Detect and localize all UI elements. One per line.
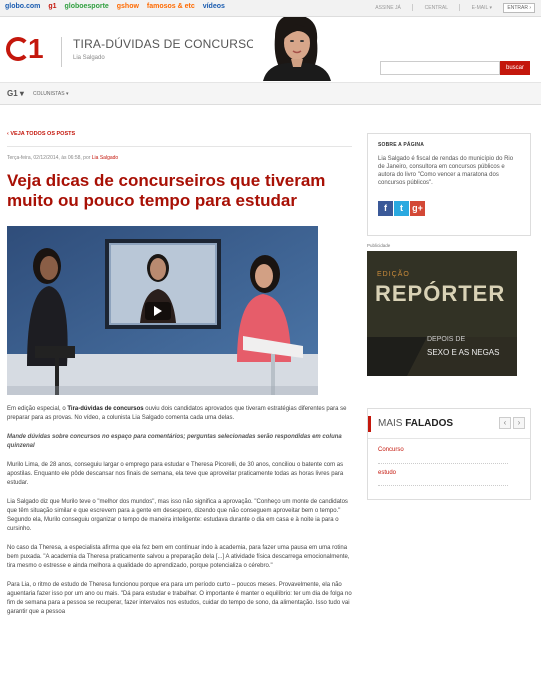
article-date: Terça-feira, 02/12/2014, às 06:58, por (7, 155, 92, 161)
article-dateline: Terça-feira, 02/12/2014, às 06:58, por L… (7, 155, 352, 161)
g1-menu[interactable]: G1 ▾ (7, 89, 24, 98)
blog-name-bold: Tira-dúvidas de concursos (67, 406, 144, 412)
sidebar: SOBRE A PÁGINA Lia Salgado é fiscal de r… (367, 133, 531, 500)
divider (459, 4, 461, 11)
ad-banner-svg (367, 251, 517, 376)
back-to-posts-link[interactable]: ‹ VEJA TODOS OS POSTS (7, 131, 352, 137)
chevron-left-icon[interactable]: ‹ (499, 417, 511, 429)
mais-label: MAIS (378, 418, 406, 429)
google-plus-icon[interactable]: g+ (410, 201, 425, 216)
g1-logo[interactable]: 1 (6, 33, 50, 64)
assine-link[interactable]: ASSINE JÁ (375, 5, 401, 11)
ad-sexo: SEXO E AS NEGAS (427, 348, 500, 357)
article-callout: Mande dúvidas sobre concursos no espaço … (7, 434, 342, 449)
article-paragraph: Para Lia, o ritmo de estudo de Theresa f… (7, 582, 352, 615)
g1-logo-one: 1 (28, 33, 44, 64)
link-g1[interactable]: g1 (48, 3, 56, 10)
falados-label: FALADOS (405, 418, 454, 429)
advertisement[interactable]: EDIÇÃO REPÓRTER DEPOIS DE SEXO E AS NEGA… (367, 251, 517, 376)
search-input[interactable] (380, 61, 500, 75)
section-nav: G1 ▾ COLUNISTAS ▾ (0, 83, 541, 105)
article-paragraph: Murilo Lima, de 28 anos, conseguiu larga… (7, 462, 344, 486)
link-famosos[interactable]: famosos & etc (147, 3, 195, 10)
author-portrait (253, 17, 339, 81)
divider (412, 4, 414, 11)
facebook-icon[interactable]: f (378, 201, 393, 216)
article-paragraph: No caso da Theresa, a especialista afirm… (7, 545, 350, 569)
email-link[interactable]: E-MAIL ▾ (472, 5, 492, 11)
search-button[interactable]: buscar (500, 61, 530, 75)
link-gshow[interactable]: gshow (117, 3, 139, 10)
mais-falados-item[interactable]: Concurso (378, 447, 404, 453)
mais-falados-item[interactable]: estudo (378, 470, 396, 476)
divider (7, 146, 352, 147)
text-segment: Em edição especial, o (7, 406, 68, 412)
chevron-right-icon[interactable]: › (513, 417, 525, 429)
blog-title[interactable]: TIRA-DÚVIDAS DE CONCURSOS (73, 37, 264, 51)
ad-edicao: EDIÇÃO (377, 271, 410, 278)
ad-depois: DEPOIS DE (427, 336, 466, 343)
divider (368, 438, 530, 439)
mais-falados-box: MAIS FALADOS ‹ › Concurso estudo (367, 408, 531, 500)
link-globo[interactable]: globo.com (5, 3, 40, 10)
mais-falados-arrows: ‹ › (497, 417, 525, 429)
g1-logo-g (6, 37, 30, 61)
article-author-link[interactable]: Lia Salgado (92, 155, 118, 161)
article-title: Veja dicas de concurseiros que tiveram m… (7, 171, 326, 210)
accent-bar (368, 416, 371, 432)
globo-top-bar: globo.com g1 globoesporte gshow famosos … (0, 0, 541, 17)
link-videos[interactable]: vídeos (203, 3, 225, 10)
video-frame-svg (7, 226, 318, 395)
account-links: ASSINE JÁ CENTRAL E-MAIL ▾ ENTRAR › (365, 2, 535, 13)
globo-links: globo.com g1 globoesporte gshow famosos … (5, 3, 231, 10)
header-divider (61, 37, 62, 67)
portrait-svg (253, 17, 339, 81)
about-label: SOBRE A PÁGINA (378, 142, 425, 148)
twitter-icon[interactable]: t (394, 201, 409, 216)
entrar-button[interactable]: ENTRAR › (503, 2, 535, 13)
link-globoesporte[interactable]: globoesporte (64, 3, 108, 10)
item-divider (378, 463, 508, 464)
article-paragraph: Lia Salgado diz que Murilo teve o "melho… (7, 499, 348, 532)
blog-author: Lia Salgado (73, 55, 105, 61)
article-video[interactable] (7, 226, 318, 395)
ad-label: Publicidade (367, 243, 391, 248)
article-paragraph: Em edição especial, o Tira-dúvidas de co… (7, 405, 352, 423)
colunistas-menu[interactable]: COLUNISTAS ▾ (33, 91, 68, 97)
central-link[interactable]: CENTRAL (425, 5, 448, 11)
blog-header: 1 TIRA-DÚVIDAS DE CONCURSOS Lia Salgado … (0, 17, 541, 83)
item-divider (378, 485, 508, 486)
ad-reporter: REPÓRTER (375, 281, 506, 306)
social-buttons: f t g+ (378, 201, 520, 216)
article: ‹ VEJA TODOS OS POSTS Terça-feira, 02/12… (7, 126, 352, 617)
about-box: SOBRE A PÁGINA Lia Salgado é fiscal de r… (367, 133, 531, 236)
about-text: Lia Salgado é fiscal de rendas do municí… (378, 156, 514, 186)
mais-falados-title: MAIS FALADOS (378, 418, 453, 429)
